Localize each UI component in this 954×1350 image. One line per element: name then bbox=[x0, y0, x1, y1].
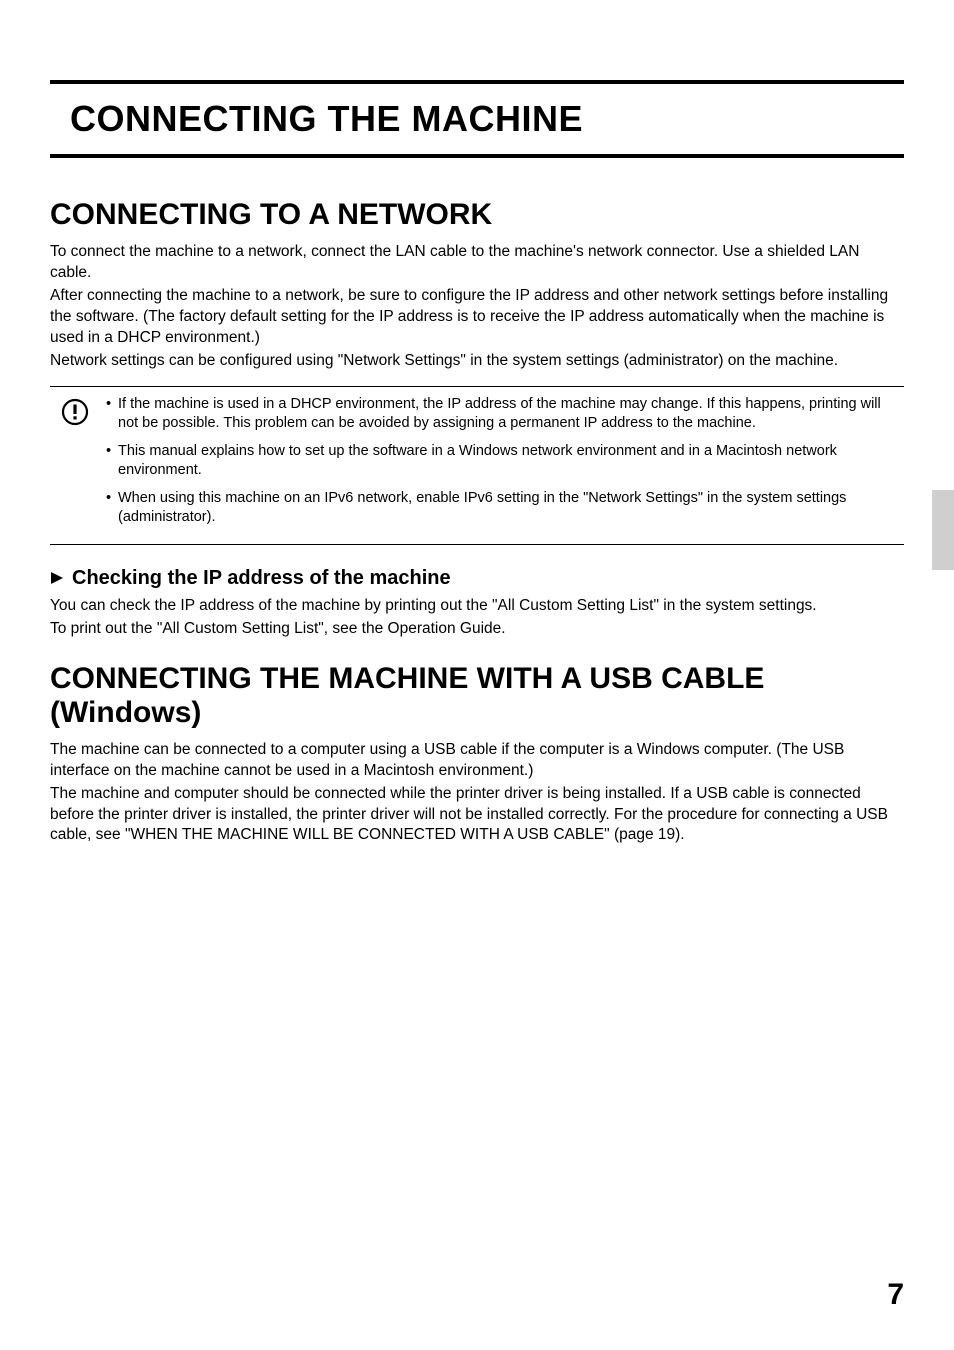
warning-icon bbox=[58, 395, 92, 427]
document-page: CONNECTING THE MACHINE CONNECTING TO A N… bbox=[0, 0, 954, 1350]
body-text: The machine and computer should be conne… bbox=[50, 784, 904, 847]
callout-list: If the machine is used in a DHCP environ… bbox=[106, 395, 896, 536]
chapter-title: CONNECTING THE MACHINE bbox=[50, 90, 904, 148]
body-text: You can check the IP address of the mach… bbox=[50, 596, 904, 617]
body-text: To print out the "All Custom Setting Lis… bbox=[50, 619, 904, 640]
body-text: The machine can be connected to a comput… bbox=[50, 740, 904, 782]
chapter-rule-top bbox=[50, 80, 904, 84]
body-text: To connect the machine to a network, con… bbox=[50, 242, 904, 284]
callout-item: When using this machine on an IPv6 netwo… bbox=[106, 489, 896, 528]
section-title-network: CONNECTING TO A NETWORK bbox=[50, 198, 904, 232]
callout-item: If the machine is used in a DHCP environ… bbox=[106, 395, 896, 434]
section-title-usb: CONNECTING THE MACHINE WITH A USB CABLE … bbox=[50, 662, 904, 730]
page-number: 7 bbox=[887, 1278, 904, 1312]
triangle-icon bbox=[50, 571, 64, 585]
body-text: After connecting the machine to a networ… bbox=[50, 286, 904, 349]
subsection-heading-text: Checking the IP address of the machine bbox=[72, 567, 451, 590]
body-text: Network settings can be configured using… bbox=[50, 351, 904, 372]
callout-item: This manual explains how to set up the s… bbox=[106, 442, 896, 481]
side-tab bbox=[932, 490, 954, 570]
chapter-rule-bottom bbox=[50, 154, 904, 158]
warning-callout: If the machine is used in a DHCP environ… bbox=[50, 386, 904, 545]
subsection-heading: Checking the IP address of the machine bbox=[50, 567, 904, 590]
